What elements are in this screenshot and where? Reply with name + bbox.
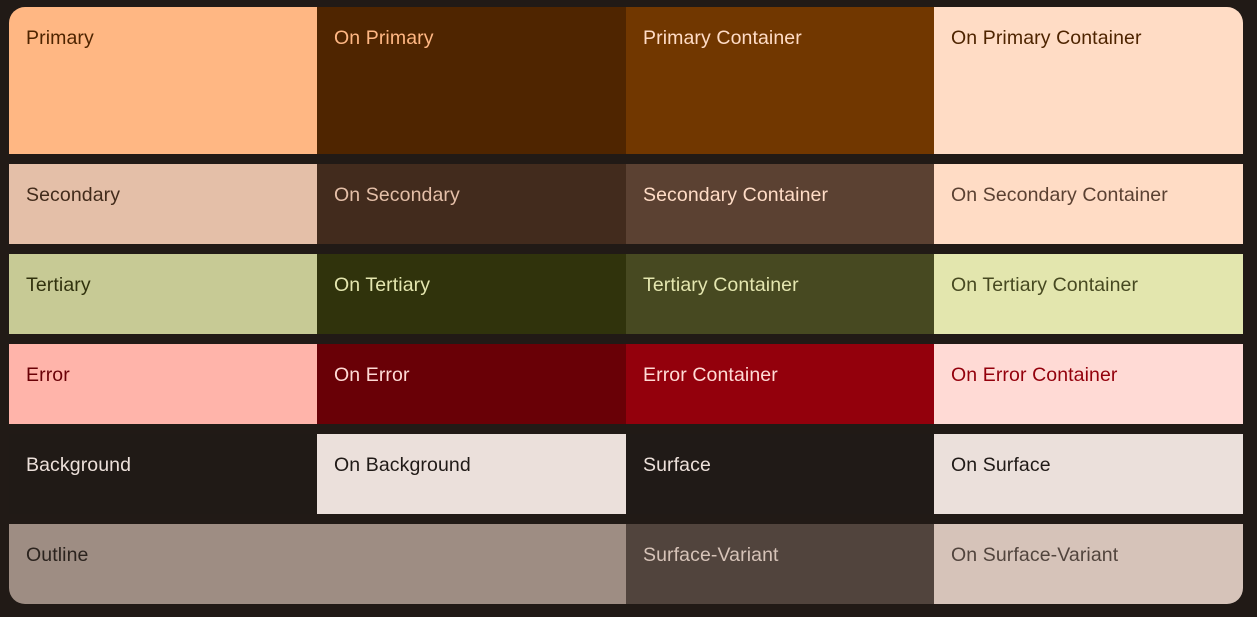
swatch-error: Error [9,344,317,424]
color-palette-grid: Primary On Primary Primary Container On … [9,7,1243,604]
swatch-tertiary-container: Tertiary Container [626,254,934,334]
swatch-on-surface: On Surface [934,434,1243,514]
swatch-label: On Error Container [951,364,1118,386]
swatch-label: Primary Container [643,27,802,49]
swatch-secondary-container: Secondary Container [626,164,934,244]
swatch-primary-container: Primary Container [626,7,934,154]
swatch-label: Tertiary [26,274,91,296]
swatch-label: Error [26,364,70,386]
swatch-on-surface-variant: On Surface-Variant [934,524,1243,604]
swatch-label: On Tertiary Container [951,274,1139,296]
swatch-label: On Secondary Container [951,184,1168,206]
swatch-label: Tertiary Container [643,274,799,296]
swatch-label: Outline [26,544,89,566]
swatch-label: On Background [334,454,471,476]
swatch-on-secondary-container: On Secondary Container [934,164,1243,244]
swatch-tertiary: Tertiary [9,254,317,334]
swatch-on-tertiary: On Tertiary [317,254,626,334]
swatch-label: On Error [334,364,410,386]
swatch-secondary: Secondary [9,164,317,244]
swatch-label: On Surface-Variant [951,544,1119,566]
swatch-background: Background [9,434,317,514]
swatch-on-error: On Error [317,344,626,424]
swatch-surface-variant: Surface-Variant [626,524,934,604]
swatch-primary: Primary [9,7,317,154]
swatch-label: Secondary Container [643,184,829,206]
swatch-error-container: Error Container [626,344,934,424]
swatch-label: Primary [26,27,94,49]
swatch-outline: Outline [9,524,626,604]
swatch-label: Error Container [643,364,778,386]
swatch-surface: Surface [626,434,934,514]
swatch-label: On Secondary [334,184,460,206]
swatch-label: On Primary [334,27,434,49]
swatch-label: On Primary Container [951,27,1142,49]
swatch-on-tertiary-container: On Tertiary Container [934,254,1243,334]
swatch-label: Surface [643,454,711,476]
swatch-on-primary-container: On Primary Container [934,7,1243,154]
swatch-label: On Tertiary [334,274,431,296]
swatch-label: Secondary [26,184,121,206]
swatch-on-error-container: On Error Container [934,344,1243,424]
swatch-on-primary: On Primary [317,7,626,154]
swatch-on-secondary: On Secondary [317,164,626,244]
swatch-label: On Surface [951,454,1051,476]
swatch-label: Background [26,454,132,476]
swatch-label: Surface-Variant [643,544,779,566]
swatch-on-background: On Background [317,434,626,514]
